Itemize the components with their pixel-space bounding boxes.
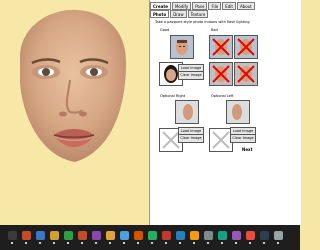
app-icon-18[interactable] [260, 231, 269, 240]
app-icon-6[interactable] [92, 231, 101, 240]
bad-photo-thumb-2 [234, 35, 258, 59]
tab-edit[interactable]: Edit [222, 2, 236, 10]
task-indicator [193, 242, 195, 244]
app-icon-12[interactable] [176, 231, 185, 240]
tab-modify[interactable]: Modify [171, 2, 192, 10]
photo-panel: Create Modify Pose File Edit About Photo… [149, 0, 301, 225]
app-icon-14[interactable] [204, 231, 213, 240]
clear-image-button-good[interactable]: Clear Image [178, 71, 204, 80]
task-indicator [179, 242, 181, 244]
optional-right-thumb [175, 100, 199, 124]
3d-viewport[interactable] [0, 0, 149, 225]
task-indicator [25, 242, 27, 244]
tab-file[interactable]: File [208, 2, 222, 10]
next-button[interactable]: Next [242, 147, 253, 152]
app-icon-15[interactable] [218, 231, 227, 240]
app-icon-3[interactable] [50, 231, 59, 240]
section-optional-left: Optional Left [211, 94, 234, 98]
clear-image-button-left[interactable]: Clear Image [230, 134, 256, 143]
section-bad: Bad [211, 28, 218, 32]
task-indicator [249, 242, 251, 244]
app-icon-16[interactable] [232, 231, 241, 240]
task-indicator [235, 242, 237, 244]
task-indicator [123, 242, 125, 244]
subtab-photo[interactable]: Photo [150, 10, 170, 18]
task-indicator [277, 242, 279, 244]
app-icon-2[interactable] [36, 231, 45, 240]
task-indicator [53, 242, 55, 244]
subtab-draw[interactable]: Draw [170, 10, 187, 18]
face-model[interactable] [0, 0, 149, 225]
task-indicator [67, 242, 69, 244]
section-good: Good [160, 28, 170, 32]
task-indicator [95, 242, 97, 244]
main-tabs: Create Modify Pose File Edit About [150, 2, 255, 10]
app-icon-7[interactable] [106, 231, 115, 240]
app-icon-13[interactable] [190, 231, 199, 240]
sub-tabs: Photo Draw Texture [150, 10, 209, 18]
section-optional-right: Optional Right [160, 94, 186, 98]
taskbar [0, 225, 300, 250]
app-icon-8[interactable] [120, 231, 129, 240]
tab-create[interactable]: Create [150, 2, 171, 10]
app-icon-4[interactable] [64, 231, 73, 240]
task-indicator [151, 242, 153, 244]
app-icon-19[interactable] [274, 231, 283, 240]
task-indicator [81, 242, 83, 244]
subtab-texture[interactable]: Texture [187, 10, 209, 18]
tab-pose[interactable]: Pose [192, 2, 208, 10]
app-icon-9[interactable] [134, 231, 143, 240]
tab-about[interactable]: About [236, 2, 255, 10]
start-icon[interactable] [8, 231, 17, 240]
app-icon-11[interactable] [162, 231, 171, 240]
task-indicator [207, 242, 209, 244]
task-indicator [11, 242, 13, 244]
task-indicator [137, 242, 139, 244]
app-icon-17[interactable] [246, 231, 255, 240]
good-photo-thumb [170, 35, 194, 59]
app-icon-5[interactable] [78, 231, 87, 240]
bad-photo-thumb-1 [209, 35, 233, 59]
bad-photo-thumb-4 [234, 62, 258, 86]
clear-image-button-right[interactable]: Clear Image [178, 134, 204, 143]
app-icon-1[interactable] [22, 231, 31, 240]
task-indicator [165, 242, 167, 244]
task-indicator [109, 242, 111, 244]
optional-left-thumb [226, 100, 250, 124]
task-indicator [39, 242, 41, 244]
bad-photo-thumb-3 [209, 62, 233, 86]
app-icon-10[interactable] [148, 231, 157, 240]
task-indicator [221, 242, 223, 244]
instruction-text: Take a passport-style photo indoors with… [155, 20, 250, 24]
task-indicator [263, 242, 265, 244]
